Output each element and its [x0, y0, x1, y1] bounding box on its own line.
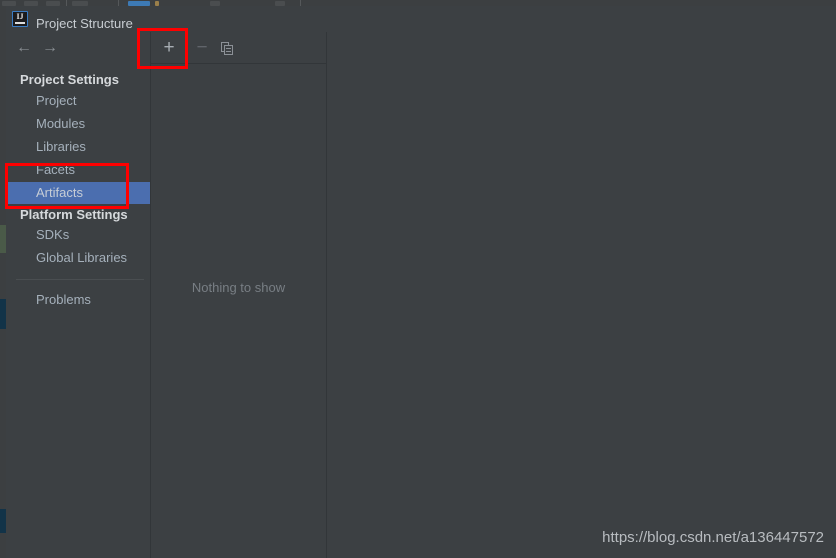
sidebar-item-label: Artifacts	[36, 185, 83, 200]
project-structure-dialog: IJ Project Structure ← → Project Setting…	[6, 6, 836, 558]
sidebar-item-label: Modules	[36, 116, 86, 131]
sidebar-item-problems[interactable]: Problems	[6, 289, 150, 311]
sidebar-item-project[interactable]: Project	[6, 90, 150, 112]
empty-state-message: Nothing to show	[191, 280, 286, 295]
dialog-titlebar: IJ Project Structure	[6, 6, 836, 32]
sidebar-item-label: Facets	[36, 162, 76, 177]
watermark-text: https://blog.csdn.net/a136447572	[602, 529, 824, 546]
sidebar-item-sdks[interactable]: SDKs	[6, 224, 150, 246]
sidebar-group-project-settings: Project Settings	[20, 72, 119, 87]
sidebar-item-label: Global Libraries	[36, 250, 128, 265]
app-icon-text: IJ	[16, 12, 24, 21]
intellij-idea-icon: IJ	[12, 11, 28, 27]
sidebar-item-artifacts[interactable]: Artifacts	[6, 182, 156, 204]
copy-artifact-button	[216, 37, 238, 59]
sidebar-toolbar: ← →	[6, 32, 150, 64]
artifact-detail-pane: https://blog.csdn.net/a136447572	[327, 32, 836, 558]
app-icon-underline	[15, 22, 25, 24]
sidebar-item-global-libraries[interactable]: Global Libraries	[6, 247, 150, 269]
copy-icon	[221, 42, 234, 55]
sidebar-item-label: Libraries	[36, 139, 86, 154]
remove-artifact-button: −	[196, 37, 208, 58]
sidebar-group-platform-settings: Platform Settings	[20, 207, 128, 222]
sidebar-item-libraries[interactable]: Libraries	[6, 136, 150, 158]
sidebar-item-facets[interactable]: Facets	[6, 159, 150, 181]
sidebar-item-label: Project	[36, 93, 77, 108]
page-title: Project Structure	[36, 16, 133, 31]
forward-arrow-icon[interactable]: →	[40, 39, 60, 57]
back-arrow-icon[interactable]: ←	[14, 39, 34, 57]
sidebar-item-label: SDKs	[36, 227, 70, 242]
sidebar-separator	[16, 279, 144, 280]
artifacts-toolbar: + −	[151, 32, 326, 64]
artifacts-list-pane: + − Nothing to show	[151, 32, 326, 558]
settings-sidebar: ← → Project Settings Project Modules Lib…	[6, 32, 156, 558]
add-artifact-button[interactable]: +	[158, 37, 180, 59]
screenshot-root: IJ Project Structure ← → Project Setting…	[0, 0, 836, 558]
sidebar-item-label: Problems	[36, 292, 91, 307]
sidebar-item-modules[interactable]: Modules	[6, 113, 150, 135]
